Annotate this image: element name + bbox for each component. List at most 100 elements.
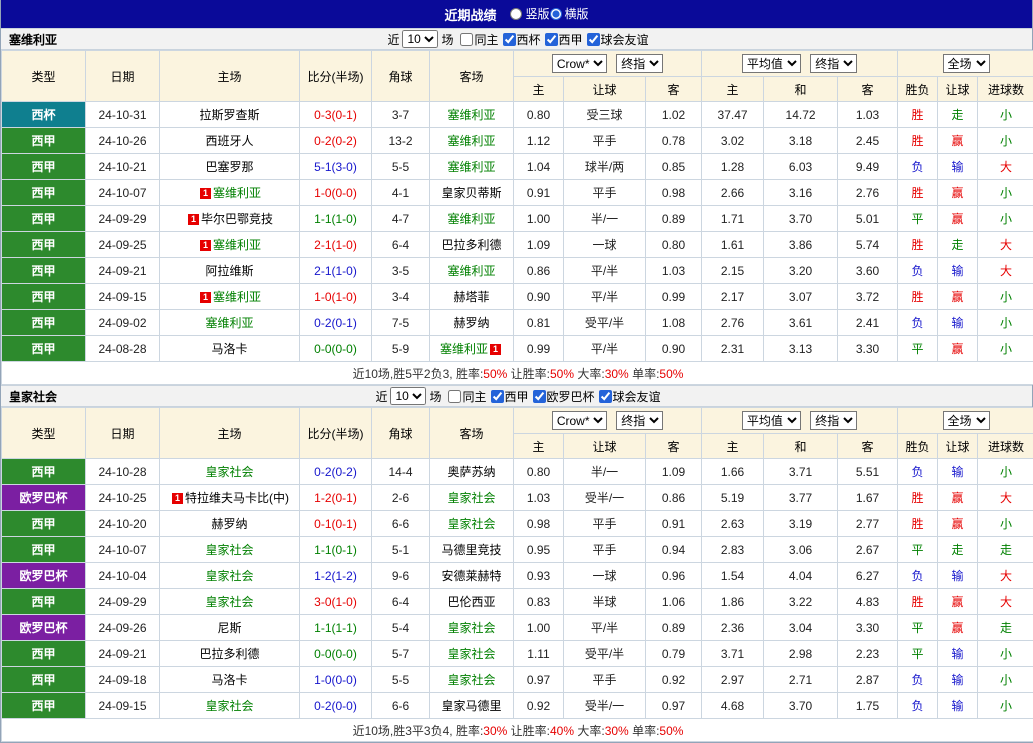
team-name[interactable]: 巴拉多利德 bbox=[199, 647, 259, 661]
col-header-home: 主场 bbox=[160, 51, 300, 102]
result-outcome: 胜 bbox=[898, 180, 938, 206]
team-name[interactable]: 奥萨苏纳 bbox=[447, 465, 495, 479]
team-name[interactable]: 皇家社会 bbox=[205, 699, 253, 713]
filter-checkbox-0[interactable]: 同主 bbox=[460, 31, 498, 48]
col-header-date: 日期 bbox=[86, 51, 160, 102]
team-name[interactable]: 拉斯罗查斯 bbox=[199, 108, 259, 122]
fullmatch-header: 全场 bbox=[898, 51, 1033, 77]
handicap-home-odds: 0.95 bbox=[514, 537, 564, 563]
layout-radio-0[interactable]: 竖版 bbox=[510, 5, 549, 22]
team-name[interactable]: 塞维利亚 bbox=[205, 316, 253, 330]
team-name[interactable]: 巴伦西亚 bbox=[447, 595, 495, 609]
team-name[interactable]: 安德莱赫特 bbox=[441, 569, 501, 583]
layout-radio-input[interactable] bbox=[510, 8, 522, 20]
home-team-cell: 尼斯 bbox=[160, 615, 300, 641]
final-odds-select-2[interactable]: 终指 bbox=[810, 411, 857, 430]
team-name[interactable]: 皇家贝蒂斯 bbox=[441, 186, 501, 200]
filter-checkbox-input[interactable] bbox=[599, 390, 612, 403]
fullmatch-select[interactable]: 全场 bbox=[943, 54, 990, 73]
match-date: 24-10-07 bbox=[86, 180, 160, 206]
average-odds-header: 平均值 终指 bbox=[702, 408, 898, 434]
filter-checkbox-input[interactable] bbox=[448, 390, 461, 403]
result-handicap: 赢 bbox=[938, 589, 978, 615]
team-name[interactable]: 皇家社会 bbox=[447, 491, 495, 505]
team-name[interactable]: 塞维利亚 bbox=[447, 134, 495, 148]
competition-badge: 西甲 bbox=[2, 128, 86, 154]
final-odds-select[interactable]: 终指 bbox=[616, 54, 663, 73]
score-cell: 1-0(0-0) bbox=[300, 667, 372, 693]
team-name[interactable]: 皇家社会 bbox=[205, 543, 253, 557]
result-outcome: 负 bbox=[898, 693, 938, 719]
final-odds-select-2[interactable]: 终指 bbox=[810, 54, 857, 73]
team-name[interactable]: 塞维利亚 bbox=[440, 342, 488, 356]
team-name[interactable]: 皇家社会 bbox=[447, 647, 495, 661]
team-name[interactable]: 皇家社会 bbox=[205, 465, 253, 479]
layout-radio-input[interactable] bbox=[550, 8, 562, 20]
avg-draw-odds: 3.13 bbox=[764, 336, 838, 362]
col-header-corner: 角球 bbox=[372, 408, 430, 459]
team-name[interactable]: 毕尔巴鄂竞技 bbox=[201, 212, 273, 226]
team-name[interactable]: 塞维利亚 bbox=[447, 160, 495, 174]
team-name[interactable]: 塞维利亚 bbox=[213, 238, 261, 252]
filter-checkbox-input[interactable] bbox=[545, 33, 558, 46]
team-name[interactable]: 塞维利亚 bbox=[447, 212, 495, 226]
team-name[interactable]: 巴拉多利德 bbox=[441, 238, 501, 252]
team-name[interactable]: 赫塔菲 bbox=[453, 290, 489, 304]
layout-radio-1[interactable]: 横版 bbox=[550, 5, 589, 22]
team-name[interactable]: 皇家社会 bbox=[205, 595, 253, 609]
filter-checkbox-3[interactable]: 球会友谊 bbox=[599, 388, 661, 405]
filter-checkbox-1[interactable]: 西杯 bbox=[503, 31, 541, 48]
result-goals: 大 bbox=[978, 589, 1033, 615]
team-name[interactable]: 马洛卡 bbox=[211, 673, 247, 687]
average-select[interactable]: 平均值 bbox=[742, 54, 801, 73]
team-name[interactable]: 皇家马德里 bbox=[441, 699, 501, 713]
handicap-line: 平手 bbox=[564, 511, 646, 537]
filter-checkbox-2[interactable]: 西甲 bbox=[545, 31, 583, 48]
team-name[interactable]: 皇家社会 bbox=[447, 517, 495, 531]
company-select[interactable]: Crow* bbox=[552, 411, 607, 430]
corner-score-cell: 9-6 bbox=[372, 563, 430, 589]
team-name[interactable]: 塞维利亚 bbox=[213, 186, 261, 200]
team-name[interactable]: 马德里竞技 bbox=[441, 543, 501, 557]
filter-checkbox-input[interactable] bbox=[503, 33, 516, 46]
handicap-away-odds: 0.79 bbox=[646, 641, 702, 667]
score-cell: 1-1(1-1) bbox=[300, 615, 372, 641]
filter-checkbox-input[interactable] bbox=[587, 33, 600, 46]
filter-checkbox-1[interactable]: 西甲 bbox=[491, 388, 529, 405]
result-handicap: 输 bbox=[938, 310, 978, 336]
team-name[interactable]: 塞维利亚 bbox=[447, 108, 495, 122]
filter-checkbox-2[interactable]: 欧罗巴杯 bbox=[533, 388, 595, 405]
team-name[interactable]: 赫罗纳 bbox=[211, 517, 247, 531]
recent-count-select[interactable]: 10 bbox=[402, 30, 438, 48]
filter-checkbox-input[interactable] bbox=[491, 390, 504, 403]
handicap-home-odds: 1.03 bbox=[514, 485, 564, 511]
team-name[interactable]: 皇家社会 bbox=[447, 673, 495, 687]
match-row: 西甲24-10-07皇家社会1-1(0-1)5-1马德里竞技0.95平手0.94… bbox=[2, 537, 1033, 563]
filter-checkbox-input[interactable] bbox=[460, 33, 473, 46]
team-name[interactable]: 皇家社会 bbox=[447, 621, 495, 635]
fullmatch-select[interactable]: 全场 bbox=[943, 411, 990, 430]
recent-count-select[interactable]: 10 bbox=[390, 387, 426, 405]
handicap-home-odds: 0.98 bbox=[514, 511, 564, 537]
handicap-line: 受平/半 bbox=[564, 310, 646, 336]
team-name[interactable]: 塞维利亚 bbox=[447, 264, 495, 278]
team-name[interactable]: 马洛卡 bbox=[211, 342, 247, 356]
average-select[interactable]: 平均值 bbox=[742, 411, 801, 430]
team-name[interactable]: 塞维利亚 bbox=[213, 290, 261, 304]
team-name[interactable]: 巴塞罗那 bbox=[205, 160, 253, 174]
team-name[interactable]: 阿拉维斯 bbox=[205, 264, 253, 278]
team-name[interactable]: 尼斯 bbox=[217, 621, 241, 635]
final-odds-select[interactable]: 终指 bbox=[616, 411, 663, 430]
filter-checkbox-0[interactable]: 同主 bbox=[448, 388, 486, 405]
company-select[interactable]: Crow* bbox=[552, 54, 607, 73]
team-name[interactable]: 特拉维夫马卡比(中) bbox=[185, 491, 289, 505]
layout-toggle: 竖版横版 bbox=[510, 5, 588, 23]
away-team-cell: 塞维利亚1 bbox=[430, 336, 514, 362]
team-name[interactable]: 皇家社会 bbox=[205, 569, 253, 583]
team-name[interactable]: 西班牙人 bbox=[205, 134, 253, 148]
team-name[interactable]: 赫罗纳 bbox=[453, 316, 489, 330]
team-section-real-sociedad: 皇家社会 近10场同主西甲欧罗巴杯球会友谊 类型 日期 主场 比分(半场) 角球… bbox=[1, 385, 1032, 742]
match-row: 西甲24-09-18马洛卡1-0(0-0)5-5皇家社会0.97平手0.922.… bbox=[2, 667, 1033, 693]
filter-checkbox-input[interactable] bbox=[533, 390, 546, 403]
filter-checkbox-3[interactable]: 球会友谊 bbox=[587, 31, 649, 48]
